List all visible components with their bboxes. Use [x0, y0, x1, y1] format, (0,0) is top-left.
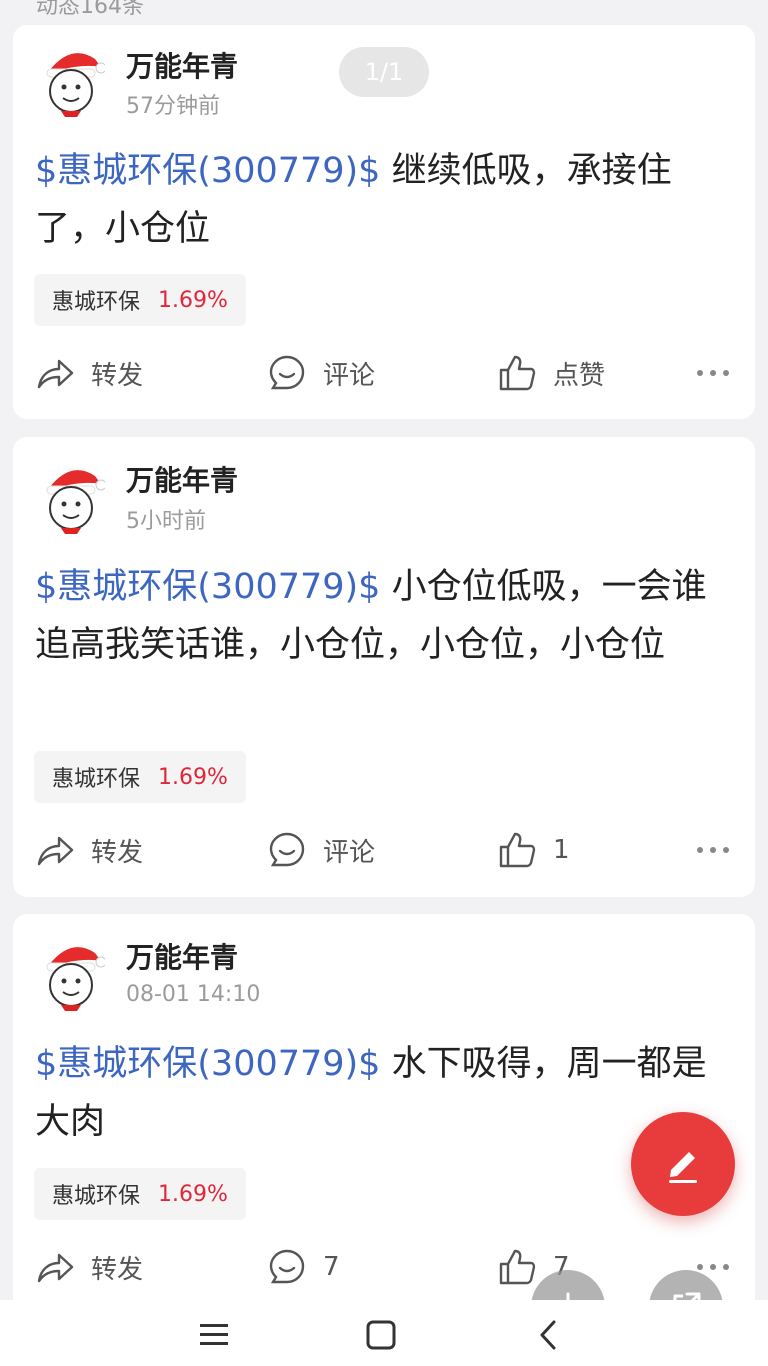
comment-button[interactable]: 7	[267, 1242, 340, 1292]
stock-link[interactable]: $惠城环保(300779)$	[35, 567, 380, 607]
like-button[interactable]: 1	[497, 825, 570, 875]
action-bar: 转发 评论 1	[13, 825, 755, 875]
like-icon	[499, 355, 536, 391]
author-name[interactable]: 万能年青	[126, 45, 238, 85]
post-card[interactable]: 万能年青 08-01 14:10 $惠城环保(300779)$ 水下吸得，周一都…	[13, 914, 755, 1314]
forward-label: 转发	[91, 1254, 144, 1285]
forward-button[interactable]: 转发	[35, 825, 143, 875]
more-button[interactable]	[695, 348, 731, 398]
stock-link[interactable]: $惠城环保(300779)$	[35, 151, 380, 191]
stock-tag[interactable]: 惠城环保 1.69%	[34, 1168, 246, 1220]
author-name[interactable]: 万能年青	[126, 459, 238, 499]
avatar[interactable]	[41, 462, 105, 534]
stock-tag-name: 惠城环保	[52, 1184, 141, 1209]
post-card[interactable]: 万能年青 5小时前 $惠城环保(300779)$ 小仓位低吸，一会谁追高我笑话谁…	[13, 437, 755, 897]
system-navigation-bar	[0, 1300, 768, 1366]
home-button[interactable]	[351, 1310, 411, 1360]
stock-tag-name: 惠城环保	[52, 767, 141, 792]
avatar[interactable]	[41, 939, 105, 1011]
stock-tag-change: 1.69%	[158, 764, 228, 790]
comment-button[interactable]: 评论	[267, 825, 375, 875]
like-icon	[499, 832, 536, 868]
edit-icon	[669, 1152, 697, 1183]
comment-icon	[269, 355, 305, 390]
post-text[interactable]: $惠城环保(300779)$ 继续低吸，承接住了，小仓位	[35, 142, 735, 258]
back-button[interactable]	[518, 1310, 578, 1360]
author-name[interactable]: 万能年青	[126, 936, 238, 976]
home-icon	[366, 1320, 396, 1350]
comment-label: 评论	[323, 837, 376, 868]
stock-tag-name: 惠城环保	[52, 290, 141, 315]
stock-tag-change: 1.69%	[158, 1181, 228, 1207]
stock-tag-change: 1.69%	[158, 287, 228, 313]
back-icon	[540, 1320, 556, 1350]
comment-icon	[269, 1249, 305, 1284]
stock-tag[interactable]: 惠城环保 1.69%	[34, 751, 246, 803]
more-icon	[697, 370, 729, 376]
stock-tag[interactable]: 惠城环保 1.69%	[34, 274, 246, 326]
post-time: 57分钟前	[126, 94, 220, 119]
like-button[interactable]: 点赞	[497, 348, 605, 398]
post-text[interactable]: $惠城环保(300779)$ 小仓位低吸，一会谁追高我笑话谁，小仓位，小仓位，小…	[35, 558, 735, 674]
forward-icon	[37, 1253, 74, 1283]
like-label: 点赞	[553, 360, 606, 391]
forward-icon	[37, 836, 74, 866]
comment-label: 评论	[323, 360, 376, 391]
action-bar: 转发 评论 点赞	[13, 348, 755, 398]
page-indicator: 1/1	[339, 47, 429, 97]
post-time: 08-01 14:10	[126, 982, 261, 1007]
forward-button[interactable]: 转发	[35, 1242, 143, 1292]
more-icon	[697, 1264, 729, 1270]
more-button[interactable]	[695, 825, 731, 875]
compose-fab[interactable]	[631, 1112, 735, 1216]
forward-label: 转发	[91, 360, 144, 391]
forward-icon	[37, 359, 74, 389]
more-icon	[697, 847, 729, 853]
comment-count: 7	[323, 1252, 340, 1282]
post-card[interactable]: 万能年青 57分钟前 1/1 $惠城环保(300779)$ 继续低吸，承接住了，…	[13, 25, 755, 419]
menu-icon	[200, 1324, 228, 1345]
comment-button[interactable]: 评论	[267, 348, 375, 398]
post-time: 5小时前	[126, 509, 206, 534]
comment-icon	[269, 832, 305, 867]
forward-label: 转发	[91, 837, 144, 868]
feed-count-header: 动态164条	[36, 0, 144, 19]
like-icon	[499, 1249, 536, 1285]
like-count: 1	[553, 835, 570, 865]
stock-link[interactable]: $惠城环保(300779)$	[35, 1044, 380, 1084]
post-text[interactable]: $惠城环保(300779)$ 水下吸得，周一都是大肉	[35, 1035, 735, 1151]
recent-apps-button[interactable]	[184, 1310, 244, 1360]
action-bar: 转发 7 7	[13, 1242, 755, 1292]
avatar[interactable]	[41, 45, 105, 117]
forward-button[interactable]: 转发	[35, 348, 143, 398]
